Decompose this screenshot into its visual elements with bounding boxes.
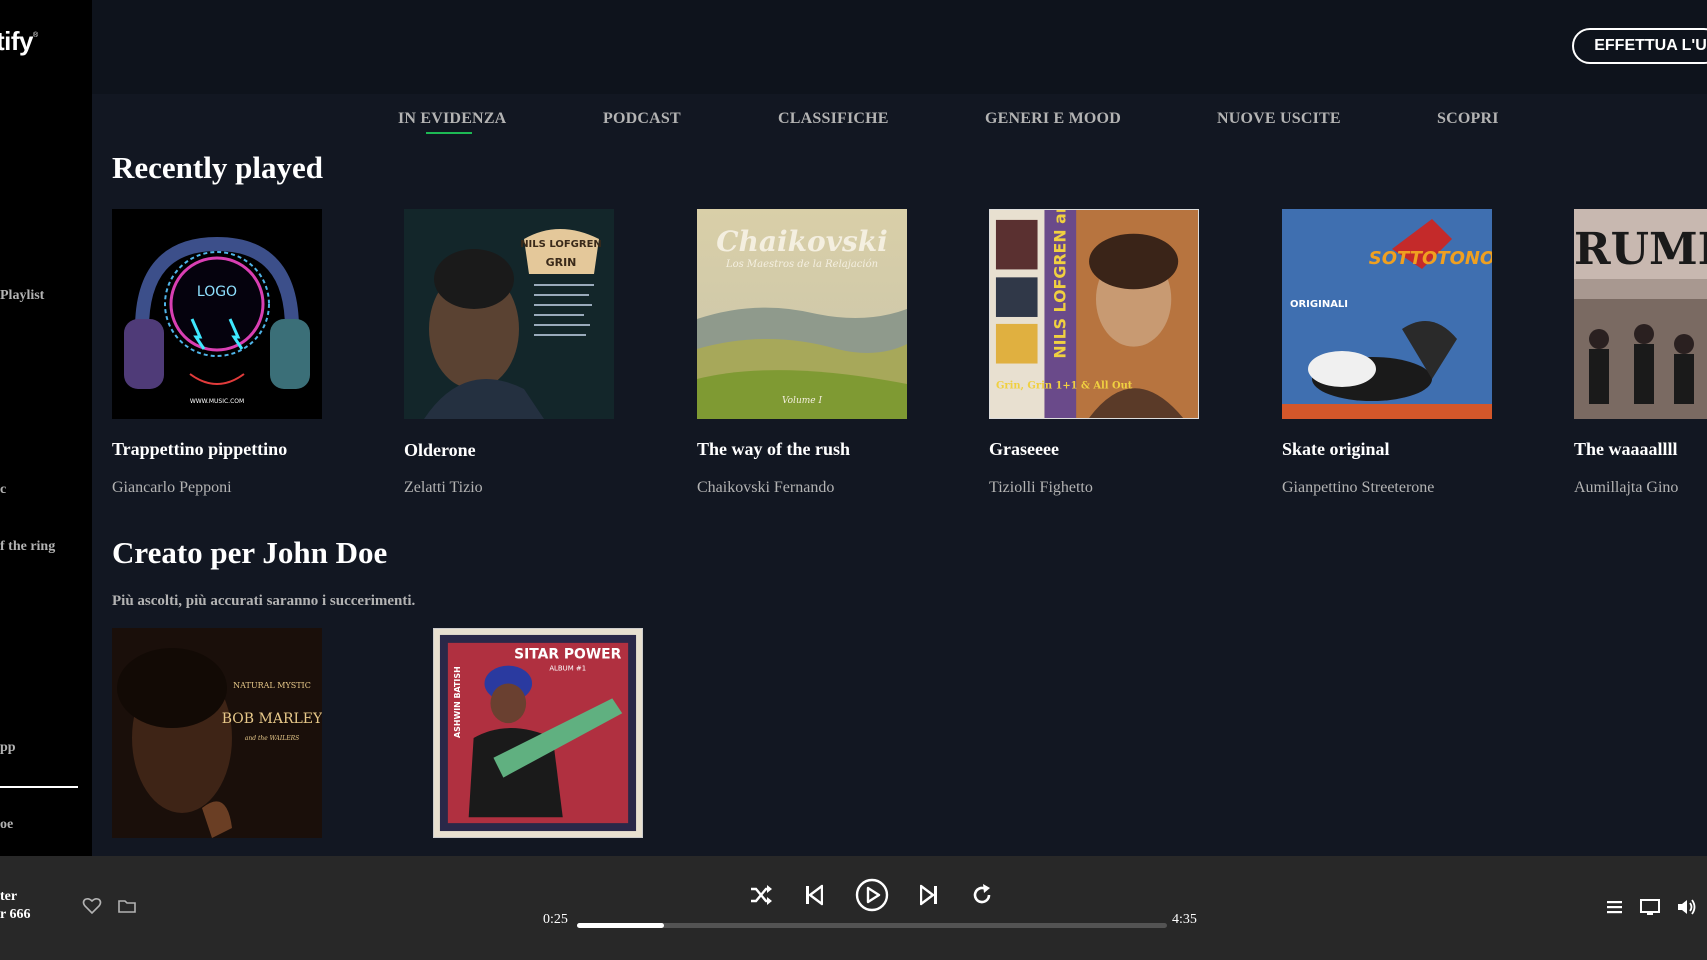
shuffle-icon[interactable] — [749, 884, 773, 906]
previous-track-icon[interactable] — [805, 884, 823, 906]
album-artist[interactable]: Gianpettino Streeterone — [1282, 479, 1434, 497]
repeat-icon[interactable] — [970, 883, 994, 907]
album-cover[interactable]: NILS LOFGREN and GRIN Grin, Grin 1+1 & A… — [989, 209, 1199, 419]
headphones-logo-art: LOGO WWW.MUSIC.COM — [112, 209, 322, 419]
svg-text:Volume I: Volume I — [782, 396, 822, 406]
main-content: EFFETTUA L'U IN EVIDENZA PODCAST CLASSIF… — [92, 0, 1707, 856]
svg-text:GRIN: GRIN — [546, 256, 577, 269]
album-cover[interactable]: LOGO WWW.MUSIC.COM — [112, 209, 322, 419]
heart-icon[interactable] — [82, 896, 102, 916]
volume-icon[interactable] — [1676, 896, 1698, 918]
album-title[interactable]: Trappettino pippettino — [112, 439, 287, 460]
sidebar: tify® Playlist c f the ring pp oe — [0, 0, 92, 856]
svg-text:WWW.MUSIC.COM: WWW.MUSIC.COM — [190, 398, 244, 405]
queue-icon[interactable] — [1604, 896, 1626, 918]
now-playing-title[interactable]: ter — [0, 888, 30, 906]
progress-fill — [577, 923, 665, 928]
top-bar: EFFETTUA L'U — [92, 0, 1707, 94]
play-button[interactable] — [855, 878, 889, 912]
svg-text:RUMILL: RUMILL — [1574, 224, 1707, 275]
total-time: 4:35 — [1172, 912, 1197, 927]
svg-text:LOGO: LOGO — [197, 284, 237, 300]
album-artist[interactable]: Aumillajta Gino — [1574, 479, 1678, 497]
tab-generi-e-mood[interactable]: GENERI E MOOD — [985, 110, 1121, 128]
album-title[interactable]: The waaaallll — [1574, 439, 1678, 460]
album-artist[interactable]: Chaikovski Fernando — [697, 479, 834, 497]
svg-text:Chaikovski: Chaikovski — [716, 225, 888, 258]
album-artist[interactable]: Tiziolli Fighetto — [989, 479, 1093, 497]
devices-icon[interactable] — [1639, 896, 1661, 918]
sidebar-item-library[interactable]: c — [0, 482, 6, 498]
svg-text:ORIGINALI: ORIGINALI — [1290, 299, 1348, 310]
tab-classifiche[interactable]: CLASSIFICHE — [778, 110, 889, 128]
album-title[interactable]: The way of the rush — [697, 439, 850, 460]
chaikovski-cover-art: Chaikovski Los Maestros de la Relajación… — [697, 209, 907, 419]
svg-text:ASHWIN BATISH: ASHWIN BATISH — [453, 666, 462, 738]
made-for-title: Creato per John Doe — [112, 535, 388, 570]
album-title[interactable]: Olderone — [404, 440, 476, 461]
svg-text:BOB MARLEY: BOB MARLEY — [222, 711, 322, 727]
sidebar-item-install-app[interactable]: pp — [0, 740, 16, 756]
album-cover[interactable]: RUMILL — [1574, 209, 1707, 419]
app-logo[interactable]: tify® — [0, 26, 38, 57]
album-title[interactable]: Skate original — [1282, 439, 1390, 460]
sidebar-divider — [0, 786, 78, 788]
player-bar: ter r 666 0:25 4:35 — [0, 856, 1707, 960]
svg-text:and the WAILERS: and the WAILERS — [245, 735, 300, 742]
login-button[interactable]: EFFETTUA L'U — [1572, 28, 1707, 64]
album-artist[interactable]: Giancarlo Pepponi — [112, 479, 232, 497]
tab-in-evidenza[interactable]: IN EVIDENZA — [398, 110, 506, 128]
album-title[interactable]: Graseeee — [989, 439, 1059, 460]
bob-marley-cover-art: NATURAL MYSTIC BOB MARLEY and the WAILER… — [112, 628, 322, 838]
album-cover[interactable]: SOTTOTONO ORIGINALI — [1282, 209, 1492, 419]
album-artist[interactable]: Zelatti Tizio — [404, 479, 483, 497]
now-playing-artist[interactable]: r 666 — [0, 906, 30, 924]
active-tab-indicator — [426, 132, 472, 134]
nils-lofgren-cover-art: NILS LOFGREN GRIN — [404, 209, 614, 419]
playlist-cover[interactable]: NATURAL MYSTIC BOB MARLEY and the WAILER… — [112, 628, 322, 838]
sidebar-item-playlist[interactable]: Playlist — [0, 288, 44, 304]
album-cover[interactable]: Chaikovski Los Maestros de la Relajación… — [697, 209, 907, 419]
grin-cover-art: NILS LOFGREN and GRIN Grin, Grin 1+1 & A… — [990, 210, 1198, 418]
tab-nuove-uscite[interactable]: NUOVE USCITE — [1217, 110, 1341, 128]
svg-text:Los Maestros de la Relajación: Los Maestros de la Relajación — [725, 259, 878, 270]
sitar-power-cover-art: SITAR POWER ALBUM #1 ASHWIN BATISH — [434, 629, 642, 837]
made-for-subtitle: Più ascolti, più accurati saranno i succ… — [112, 593, 416, 609]
svg-text:ALBUM #1: ALBUM #1 — [549, 665, 586, 673]
recently-played-title: Recently played — [112, 150, 323, 185]
sottotono-cover-art: SOTTOTONO ORIGINALI — [1282, 209, 1492, 419]
svg-text:Grin, Grin 1+1 & All Out: Grin, Grin 1+1 & All Out — [996, 380, 1133, 391]
sidebar-user-name[interactable]: oe — [0, 817, 13, 833]
sidebar-item-playlist-lord-of-the-ring[interactable]: f the ring — [0, 539, 55, 555]
elapsed-time: 0:25 — [543, 912, 568, 927]
tab-podcast[interactable]: PODCAST — [603, 110, 681, 128]
now-playing-info[interactable]: ter r 666 — [0, 888, 30, 924]
album-cover[interactable]: NILS LOFGREN GRIN — [404, 209, 614, 419]
next-track-icon[interactable] — [920, 884, 938, 906]
tab-scopri[interactable]: SCOPRI — [1437, 110, 1499, 128]
rumillajta-cover-art: RUMILL — [1574, 209, 1707, 419]
svg-text:NATURAL MYSTIC: NATURAL MYSTIC — [233, 681, 311, 690]
svg-text:SOTTOTONO: SOTTOTONO — [1369, 248, 1492, 269]
svg-text:SITAR POWER: SITAR POWER — [514, 647, 621, 663]
folder-icon[interactable] — [117, 896, 137, 916]
browse-tabs: IN EVIDENZA PODCAST CLASSIFICHE GENERI E… — [92, 110, 1707, 140]
progress-bar[interactable] — [577, 923, 1167, 928]
playlist-cover[interactable]: SITAR POWER ALBUM #1 ASHWIN BATISH — [433, 628, 643, 838]
svg-text:NILS LOFGREN and GRIN: NILS LOFGREN and GRIN — [1050, 210, 1069, 359]
svg-text:NILS LOFGREN: NILS LOFGREN — [520, 239, 602, 250]
